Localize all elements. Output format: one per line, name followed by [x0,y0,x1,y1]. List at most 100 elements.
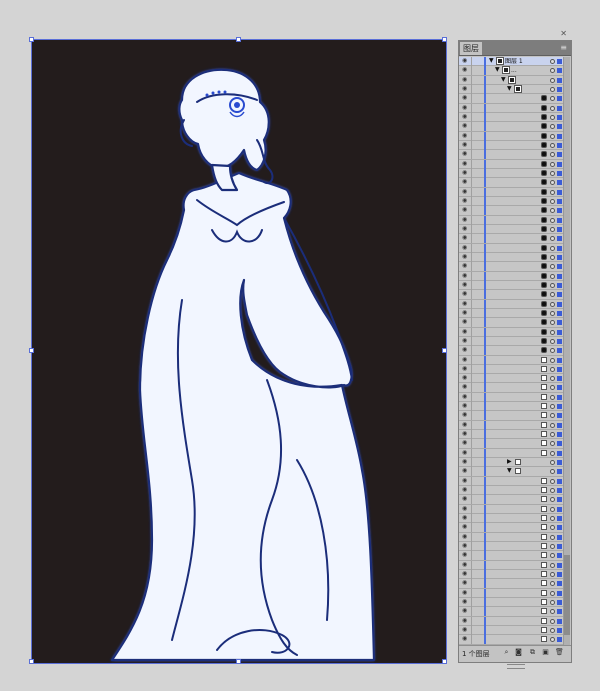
lock-toggle[interactable] [471,635,472,645]
path-row[interactable]: ◉ [459,196,564,207]
expand-arrow-icon[interactable]: ▼ [501,76,506,84]
visibility-eye-icon[interactable]: ◉ [462,169,468,175]
lock-toggle[interactable] [471,364,472,374]
lock-toggle[interactable] [471,626,472,636]
lock-toggle[interactable] [471,66,472,76]
lock-toggle[interactable] [471,420,472,430]
visibility-eye-icon[interactable]: ◉ [462,393,468,399]
group-row[interactable]: ◉ ▼ [459,84,564,95]
selection-color-square[interactable] [557,385,562,391]
target-circle-icon[interactable] [550,516,555,522]
expand-arrow-icon[interactable]: ▼ [507,85,512,93]
path-row[interactable]: ◉ [459,616,564,627]
visibility-eye-icon[interactable]: ◉ [462,76,468,82]
expand-arrow-icon[interactable]: ▼ [495,66,500,74]
path-row[interactable]: ◉ [459,103,564,113]
lock-toggle[interactable] [471,140,472,150]
collapse-arrow-icon[interactable]: ▶ [507,458,512,466]
target-circle-icon[interactable] [550,422,555,428]
visibility-eye-icon[interactable]: ◉ [462,309,468,315]
target-circle-icon[interactable] [550,133,555,139]
lock-toggle[interactable] [471,150,472,160]
lock-toggle[interactable] [471,514,472,524]
path-row[interactable]: ◉ [459,243,564,253]
path-row[interactable]: ◉ [459,290,564,300]
selection-color-square[interactable] [557,217,562,223]
selection-color-square[interactable] [557,413,562,419]
path-row[interactable]: ◉ [459,94,564,104]
target-circle-icon[interactable] [550,86,555,92]
lock-toggle[interactable] [471,196,472,206]
path-row[interactable]: ◉ [459,626,564,636]
target-circle-icon[interactable] [550,600,555,606]
visibility-eye-icon[interactable]: ◉ [462,627,468,633]
path-row[interactable]: ◉ [459,215,564,225]
visibility-eye-icon[interactable]: ◉ [462,347,468,353]
lock-toggle[interactable] [471,551,472,561]
target-circle-icon[interactable] [550,385,555,391]
path-row[interactable]: ◉ [459,122,564,132]
target-circle-icon[interactable] [550,357,555,363]
path-row[interactable]: ◉ [459,327,564,337]
selection-color-square[interactable] [557,544,562,550]
visibility-eye-icon[interactable]: ◉ [462,123,468,129]
visibility-eye-icon[interactable]: ◉ [462,617,468,623]
path-row[interactable]: ◉ [459,234,564,244]
group-row[interactable]: ◉ ▶ [459,458,564,468]
selection-color-square[interactable] [557,282,562,288]
selection-color-square[interactable] [557,236,562,242]
lock-toggle[interactable] [471,271,472,281]
selection-color-square[interactable] [557,86,562,92]
lock-toggle[interactable] [471,486,472,496]
path-row[interactable]: ◉ [459,187,564,197]
visibility-eye-icon[interactable]: ◉ [462,225,468,231]
target-circle-icon[interactable] [550,77,555,83]
selection-color-square[interactable] [557,600,562,606]
lock-toggle[interactable] [471,299,472,309]
group-row[interactable]: ◉ ▼ [459,75,564,85]
path-row[interactable]: ◉ [459,346,564,356]
lock-toggle[interactable] [471,206,472,216]
target-circle-icon[interactable] [550,534,555,540]
selection-color-square[interactable] [557,59,562,64]
selection-color-square[interactable] [557,534,562,540]
visibility-eye-icon[interactable]: ◉ [462,449,468,455]
target-circle-icon[interactable] [550,404,555,410]
selection-color-square[interactable] [557,68,562,74]
target-circle-icon[interactable] [550,96,555,102]
path-row[interactable]: ◉ [459,570,564,580]
visibility-eye-icon[interactable]: ◉ [462,421,468,427]
selection-color-square[interactable] [557,329,562,335]
selection-color-square[interactable] [557,366,562,372]
path-row[interactable]: ◉ [459,150,564,160]
lock-toggle[interactable] [471,542,472,552]
target-circle-icon[interactable] [550,469,555,475]
visibility-eye-icon[interactable]: ◉ [462,487,468,493]
selection-color-square[interactable] [557,105,562,111]
target-circle-icon[interactable] [550,152,555,158]
tab-layers[interactable]: 图层 [460,42,482,55]
lock-toggle[interactable] [471,187,472,197]
path-row[interactable]: ◉ [459,364,564,375]
new-layer-icon[interactable]: ▣ [542,649,549,656]
target-circle-icon[interactable] [550,236,555,242]
selection-color-square[interactable] [557,450,562,456]
layer-name[interactable]: 图层 1 [505,57,523,66]
lock-toggle[interactable] [471,383,472,393]
selection-color-square[interactable] [557,525,562,531]
target-circle-icon[interactable] [550,198,555,204]
visibility-eye-icon[interactable]: ◉ [462,477,468,483]
path-row[interactable]: ◉ [459,383,564,393]
expand-arrow-icon[interactable]: ▼ [489,57,494,65]
target-circle-icon[interactable] [550,497,555,503]
visibility-eye-icon[interactable]: ◉ [462,440,468,446]
visibility-eye-icon[interactable]: ◉ [462,216,468,222]
visibility-eye-icon[interactable]: ◉ [462,356,468,362]
lock-toggle[interactable] [471,570,472,580]
lock-toggle[interactable] [471,467,472,477]
visibility-eye-icon[interactable]: ◉ [462,197,468,203]
path-row[interactable]: ◉ [459,448,564,459]
selection-color-square[interactable] [557,506,562,512]
selection-color-square[interactable] [557,180,562,186]
target-circle-icon[interactable] [550,628,555,634]
